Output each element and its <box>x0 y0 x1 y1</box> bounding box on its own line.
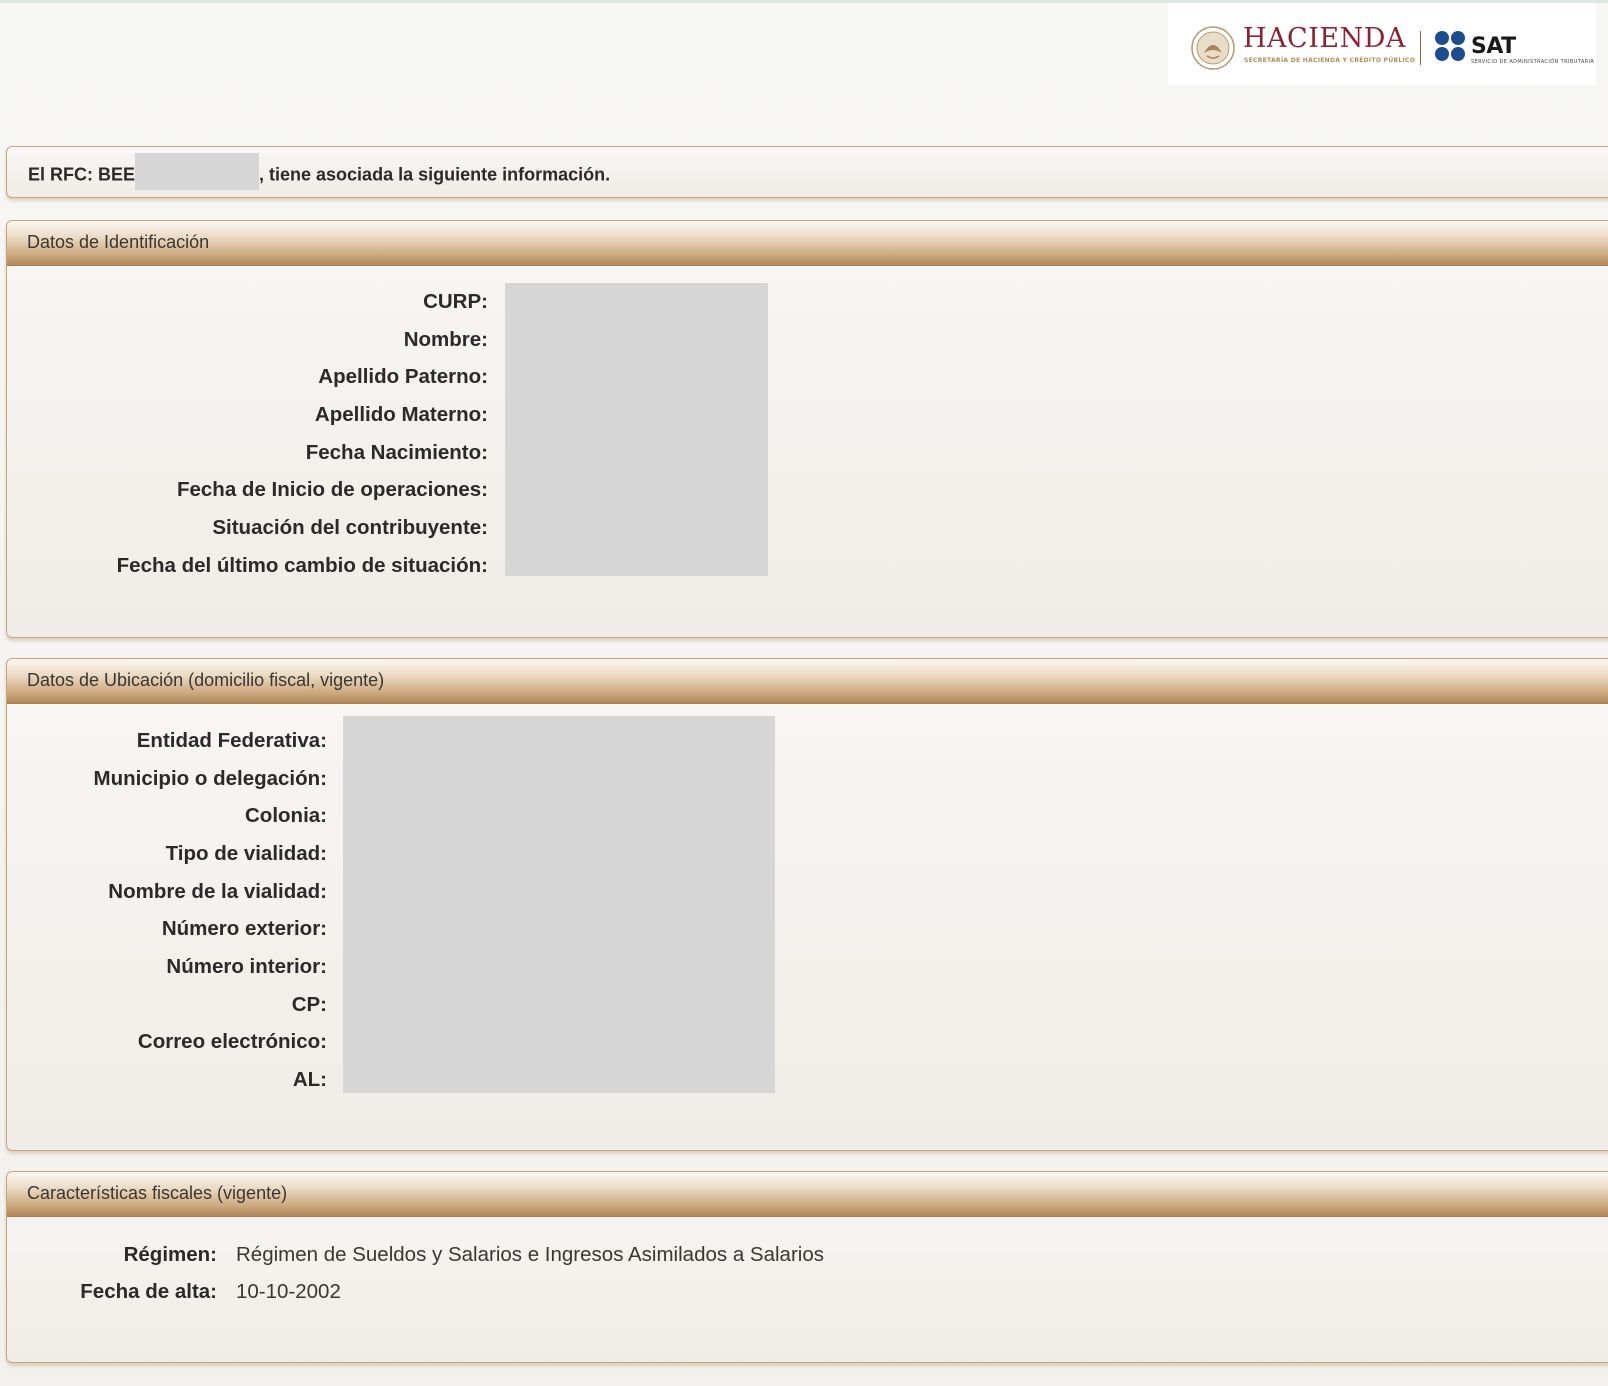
label-nombre: Nombre: <box>403 328 488 351</box>
fiscales-title: Características fiscales (vigente) <box>27 1183 288 1203</box>
hacienda-logo-subtitle: SECRETARÍA DE HACIENDA Y CRÉDITO PÚBLICO <box>1244 57 1416 64</box>
label-curp: CURP: <box>423 290 488 313</box>
label-tipo-vialidad: Tipo de vialidad: <box>165 842 327 865</box>
rfc-suffix: , tiene asociada la siguiente informació… <box>259 164 611 185</box>
mexico-seal-icon <box>1191 26 1235 70</box>
identificacion-title: Datos de Identificación <box>27 232 210 252</box>
label-apellido-materno: Apellido Materno: <box>314 403 488 426</box>
fiscales-panel: Características fiscales (vigente) Régim… <box>6 1171 1608 1363</box>
label-fecha-inicio-operaciones: Fecha de Inicio de operaciones: <box>176 478 488 501</box>
label-correo-electronico: Correo electrónico: <box>137 1030 327 1053</box>
rfc-statement: El RFC: BEE , tiene asociada la siguiente… <box>28 153 611 190</box>
label-numero-exterior: Número exterior: <box>161 917 327 940</box>
label-apellido-paterno: Apellido Paterno: <box>318 365 488 388</box>
ubicacion-title: Datos de Ubicación (domicilio fiscal, vi… <box>27 670 385 690</box>
identificacion-header: Datos de Identificación <box>7 221 1608 266</box>
label-colonia: Colonia: <box>245 804 327 827</box>
sat-dots-icon <box>1435 31 1465 61</box>
sat-logo-text: SAT <box>1471 34 1516 59</box>
label-cp: CP: <box>291 993 327 1016</box>
label-fecha-nacimiento: Fecha Nacimiento: <box>305 441 488 464</box>
sat-logo-subtitle: SERVICIO DE ADMINISTRACIÓN TRIBUTARIA <box>1471 59 1595 65</box>
rfc-info-bar: El RFC: BEE , tiene asociada la siguiente… <box>6 146 1608 198</box>
label-fecha-ultimo-cambio: Fecha del último cambio de situación: <box>116 554 488 577</box>
logo-header: HACIENDA SECRETARÍA DE HACIENDA Y CRÉDIT… <box>1168 3 1596 85</box>
hacienda-logo-text: HACIENDA <box>1243 23 1406 54</box>
logo-separator <box>1420 31 1421 65</box>
ubicacion-panel: Datos de Ubicación (domicilio fiscal, vi… <box>6 658 1608 1151</box>
identificacion-panel: Datos de Identificación CURP: Nombre: Ap… <box>6 220 1608 638</box>
ubicacion-header: Datos de Ubicación (domicilio fiscal, vi… <box>7 659 1608 704</box>
label-numero-interior: Número interior: <box>166 955 327 978</box>
identificacion-values-redaction <box>505 283 768 576</box>
label-entidad-federativa: Entidad Federativa: <box>136 729 327 752</box>
label-nombre-vialidad: Nombre de la vialidad: <box>108 880 327 903</box>
ubicacion-values-redaction <box>343 716 775 1093</box>
label-situacion-contribuyente: Situación del contribuyente: <box>212 516 488 539</box>
rfc-redaction <box>135 153 260 190</box>
fecha-alta-value: 10-10-2002 <box>236 1280 341 1303</box>
label-regimen: Régimen: <box>123 1243 217 1266</box>
label-municipio: Municipio o delegación: <box>93 767 327 790</box>
fiscales-header: Características fiscales (vigente) <box>7 1172 1608 1217</box>
label-fecha-alta: Fecha de alta: <box>80 1280 217 1303</box>
regimen-value: Régimen de Sueldos y Salarios e Ingresos… <box>236 1243 824 1266</box>
label-al: AL: <box>292 1068 327 1091</box>
rfc-prefix: El RFC: BEE <box>28 164 136 185</box>
